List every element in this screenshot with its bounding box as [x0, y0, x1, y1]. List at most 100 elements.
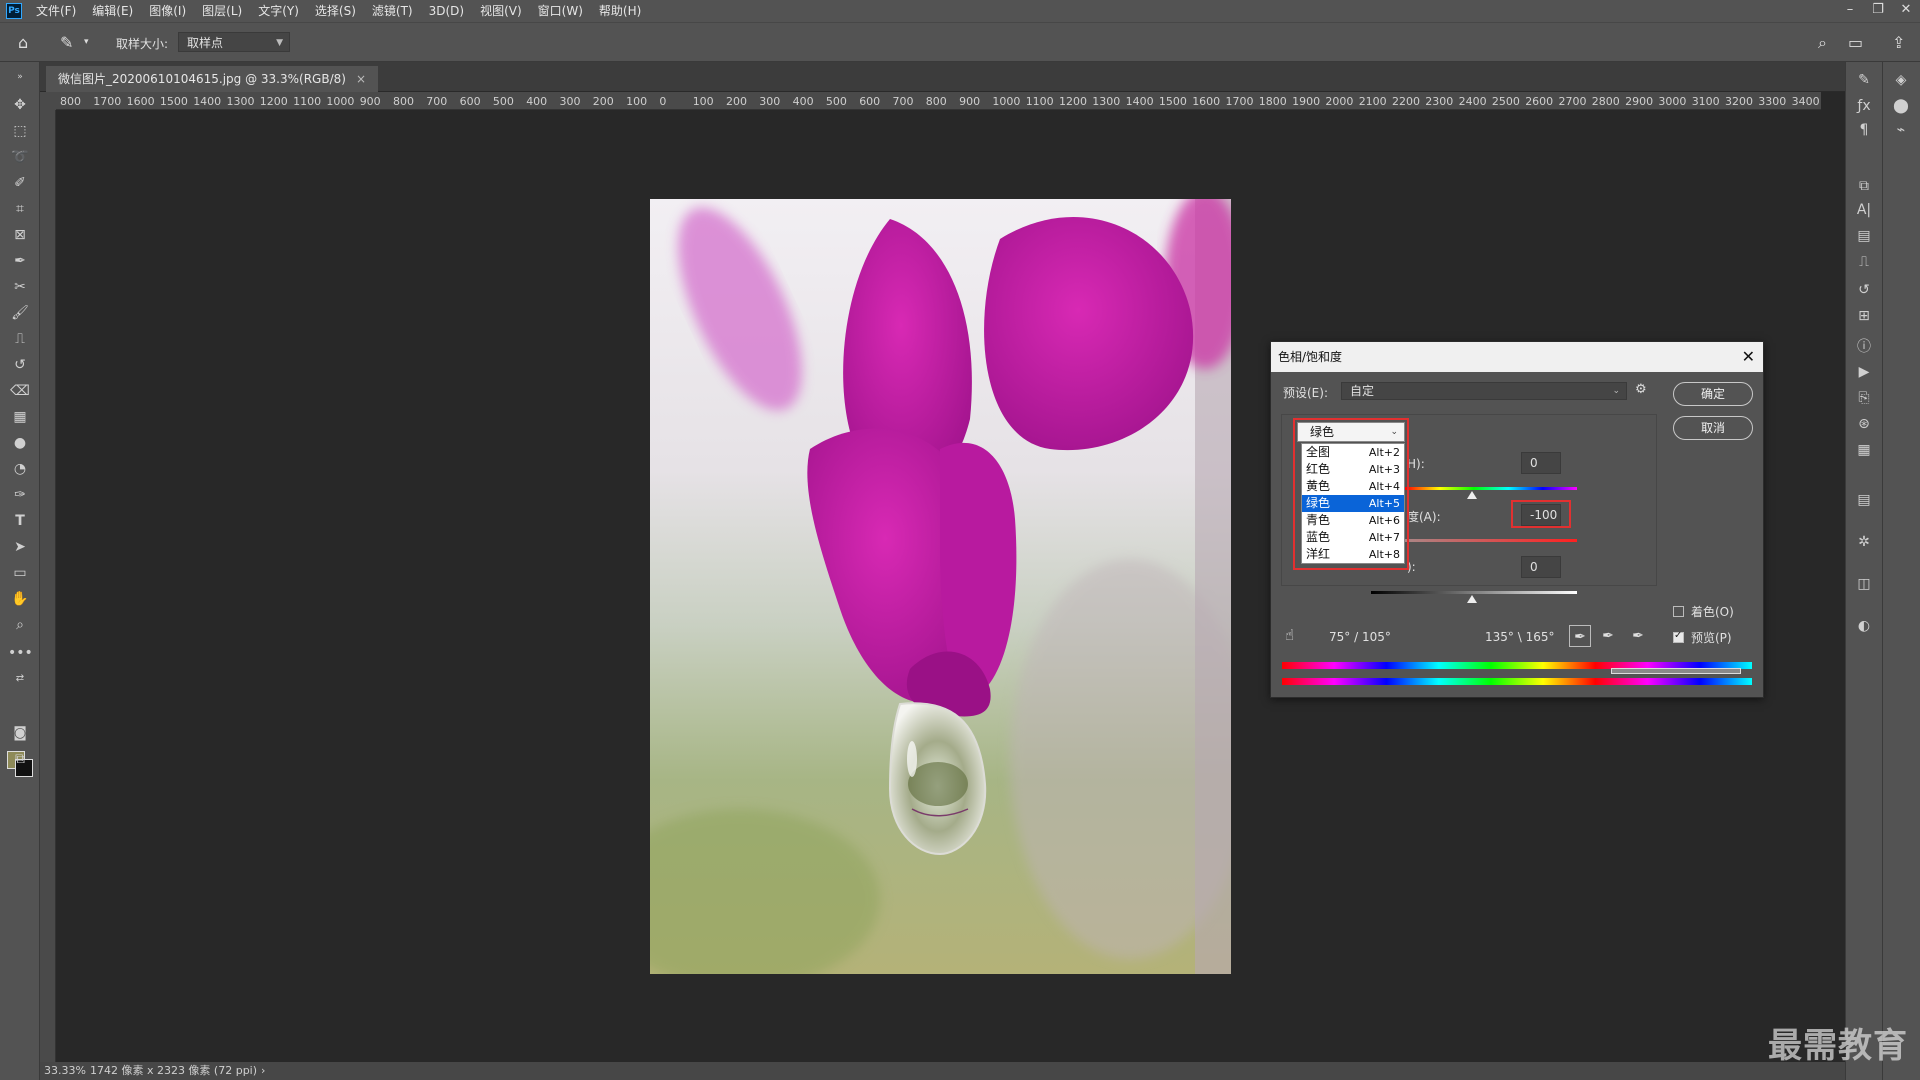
eyedropper-icon[interactable]: ✒	[8, 250, 32, 272]
eyedropper-subtract-icon[interactable]: ✒	[1627, 625, 1649, 647]
document-image[interactable]	[650, 199, 1231, 974]
ok-button[interactable]: 确定	[1673, 382, 1753, 406]
menu-view[interactable]: 视图(V)	[472, 0, 530, 22]
blur-tool-icon[interactable]: ●	[8, 432, 32, 454]
gear-icon[interactable]: ⚙	[1635, 382, 1647, 397]
eraser-tool-icon[interactable]: ⌫	[8, 380, 32, 402]
zoom-tool-icon[interactable]: ⌕	[8, 614, 32, 636]
home-icon[interactable]: ⌂	[18, 33, 28, 52]
preview-label[interactable]: 预览(P)	[1691, 629, 1732, 646]
document-icon[interactable]: ▤	[1846, 492, 1882, 508]
settings-icon[interactable]: ✲	[1846, 534, 1882, 550]
colorize-label[interactable]: 着色(O)	[1691, 603, 1734, 620]
targeted-adjust-hand-icon[interactable]: ☝	[1285, 626, 1294, 644]
search-icon[interactable]: ⌕	[1818, 33, 1827, 53]
rectangle-tool-icon[interactable]: ▭	[8, 562, 32, 584]
paragraph-icon[interactable]: ¶	[1846, 122, 1882, 138]
lightness-slider-thumb[interactable]	[1467, 595, 1477, 603]
sample-size-select[interactable]: 取样点 ▼	[178, 32, 290, 52]
ruler-tick: 3000	[1658, 95, 1687, 108]
menu-edit[interactable]: 编辑(E)	[84, 0, 141, 22]
screen-mode-icon[interactable]: ⧉	[8, 748, 32, 770]
stamp-tool-icon[interactable]: ⎍	[8, 328, 32, 350]
3d-icon[interactable]: ⊛	[1846, 416, 1882, 432]
preview-checkbox[interactable]	[1673, 630, 1684, 643]
menu-window[interactable]: 窗口(W)	[530, 0, 591, 22]
hand-tool-icon[interactable]: ✋	[8, 588, 32, 610]
colorize-checkbox[interactable]	[1673, 606, 1684, 617]
frame-tool-icon[interactable]: ⊠	[8, 224, 32, 246]
lightness-slider[interactable]	[1371, 591, 1577, 594]
character-icon[interactable]: A|	[1846, 202, 1882, 218]
hue-slider-thumb[interactable]	[1467, 491, 1477, 499]
ruler-tick: 3400	[1791, 95, 1820, 108]
status-arrow-icon[interactable]: ›	[261, 1064, 265, 1077]
adjustments-icon[interactable]: ⧉	[1846, 178, 1882, 194]
glyphs-icon[interactable]: ⊞	[1846, 308, 1882, 324]
close-icon[interactable]: ✕	[1742, 342, 1755, 372]
minimize-icon[interactable]: –	[1836, 0, 1864, 22]
ruler-tick: 3300	[1758, 95, 1787, 108]
range-selector[interactable]	[1611, 668, 1741, 674]
eyedropper-icon[interactable]: ✒	[1569, 625, 1591, 647]
pen-tool-icon[interactable]: ✑	[8, 484, 32, 506]
dodge-tool-icon[interactable]: ◔	[8, 458, 32, 480]
menu-type[interactable]: 文字(Y)	[250, 0, 307, 22]
menu-help[interactable]: 帮助(H)	[591, 0, 649, 22]
history-brush-icon[interactable]: ↺	[8, 354, 32, 376]
close-tab-icon[interactable]: ×	[356, 72, 366, 86]
layers-icon[interactable]: ◈	[1883, 72, 1919, 88]
preset-select[interactable]: 自定 ⌄	[1341, 382, 1627, 400]
menu-select[interactable]: 选择(S)	[307, 0, 364, 22]
more-tools-icon[interactable]: •••	[8, 642, 33, 664]
workspace-icon[interactable]: ▭	[1848, 33, 1863, 52]
menu-filter[interactable]: 滤镜(T)	[364, 0, 421, 22]
notes-icon[interactable]: ⎘	[1846, 390, 1882, 406]
channels-icon[interactable]: ⬤	[1883, 98, 1919, 114]
close-window-icon[interactable]: ✕	[1892, 0, 1920, 22]
lasso-tool-icon[interactable]: ➰	[8, 146, 32, 168]
brush-settings-icon[interactable]: ✎	[1846, 72, 1882, 88]
color-icon[interactable]: ◐	[1846, 618, 1882, 634]
lightness-input[interactable]: 0	[1521, 556, 1561, 578]
path-select-icon[interactable]: ➤	[8, 536, 32, 558]
ruler-tick: 1900	[1292, 95, 1321, 108]
collapse-icon[interactable]: »	[8, 66, 32, 88]
menu-image[interactable]: 图像(I)	[141, 0, 194, 22]
menu-layer[interactable]: 图层(L)	[194, 0, 250, 22]
output-color-bar	[1282, 678, 1752, 685]
zoom-level[interactable]: 33.33%	[44, 1064, 86, 1077]
clone-source-icon[interactable]: ⎍	[1846, 254, 1882, 270]
menu-file[interactable]: 文件(F)	[28, 0, 84, 22]
history-icon[interactable]: ↺	[1846, 282, 1882, 298]
gradient-tool-icon[interactable]: ▦	[8, 406, 32, 428]
crop-tool-icon[interactable]: ⌗	[8, 198, 32, 220]
cancel-button[interactable]: 取消	[1673, 416, 1753, 440]
chevron-down-icon[interactable]: ▾	[84, 37, 89, 47]
eyedropper-add-icon[interactable]: ✒	[1597, 625, 1619, 647]
restore-icon[interactable]: ❐	[1864, 0, 1892, 22]
ruler-tick: 200	[592, 95, 614, 108]
marquee-tool-icon[interactable]: ⬚	[8, 120, 32, 142]
eyedropper-tool-icon[interactable]: ✎	[60, 33, 73, 52]
properties-icon[interactable]: ▤	[1846, 228, 1882, 244]
menu-3d[interactable]: 3D(D)	[421, 0, 472, 22]
move-tool-icon[interactable]: ✥	[8, 94, 32, 116]
healing-tool-icon[interactable]: ✂	[8, 276, 32, 298]
dialog-title-bar[interactable]: 色相/饱和度 ✕	[1271, 342, 1763, 372]
share-icon[interactable]: ⇪	[1892, 33, 1905, 52]
type-tool-icon[interactable]: T	[8, 510, 32, 532]
libraries-icon[interactable]: ◫	[1846, 576, 1882, 592]
fx-icon[interactable]: ƒx	[1846, 98, 1882, 114]
info-icon[interactable]: ⓘ	[1846, 336, 1882, 356]
quick-select-tool-icon[interactable]: ✐	[8, 172, 32, 194]
swap-colors-icon[interactable]: ⇄	[8, 668, 32, 690]
swatches-grid-icon[interactable]: ▦	[1846, 442, 1882, 458]
document-tab[interactable]: 微信图片_20200610104615.jpg @ 33.3%(RGB/8) ×	[46, 66, 378, 92]
actions-play-icon[interactable]: ▶	[1846, 364, 1882, 380]
quick-mask-icon[interactable]: ◙	[8, 722, 32, 744]
channel-highlight-box	[1293, 418, 1409, 570]
hue-input[interactable]: 0	[1521, 452, 1561, 474]
paths-icon[interactable]: ⌁	[1883, 122, 1919, 138]
brush-tool-icon[interactable]: 🖌	[8, 302, 32, 324]
